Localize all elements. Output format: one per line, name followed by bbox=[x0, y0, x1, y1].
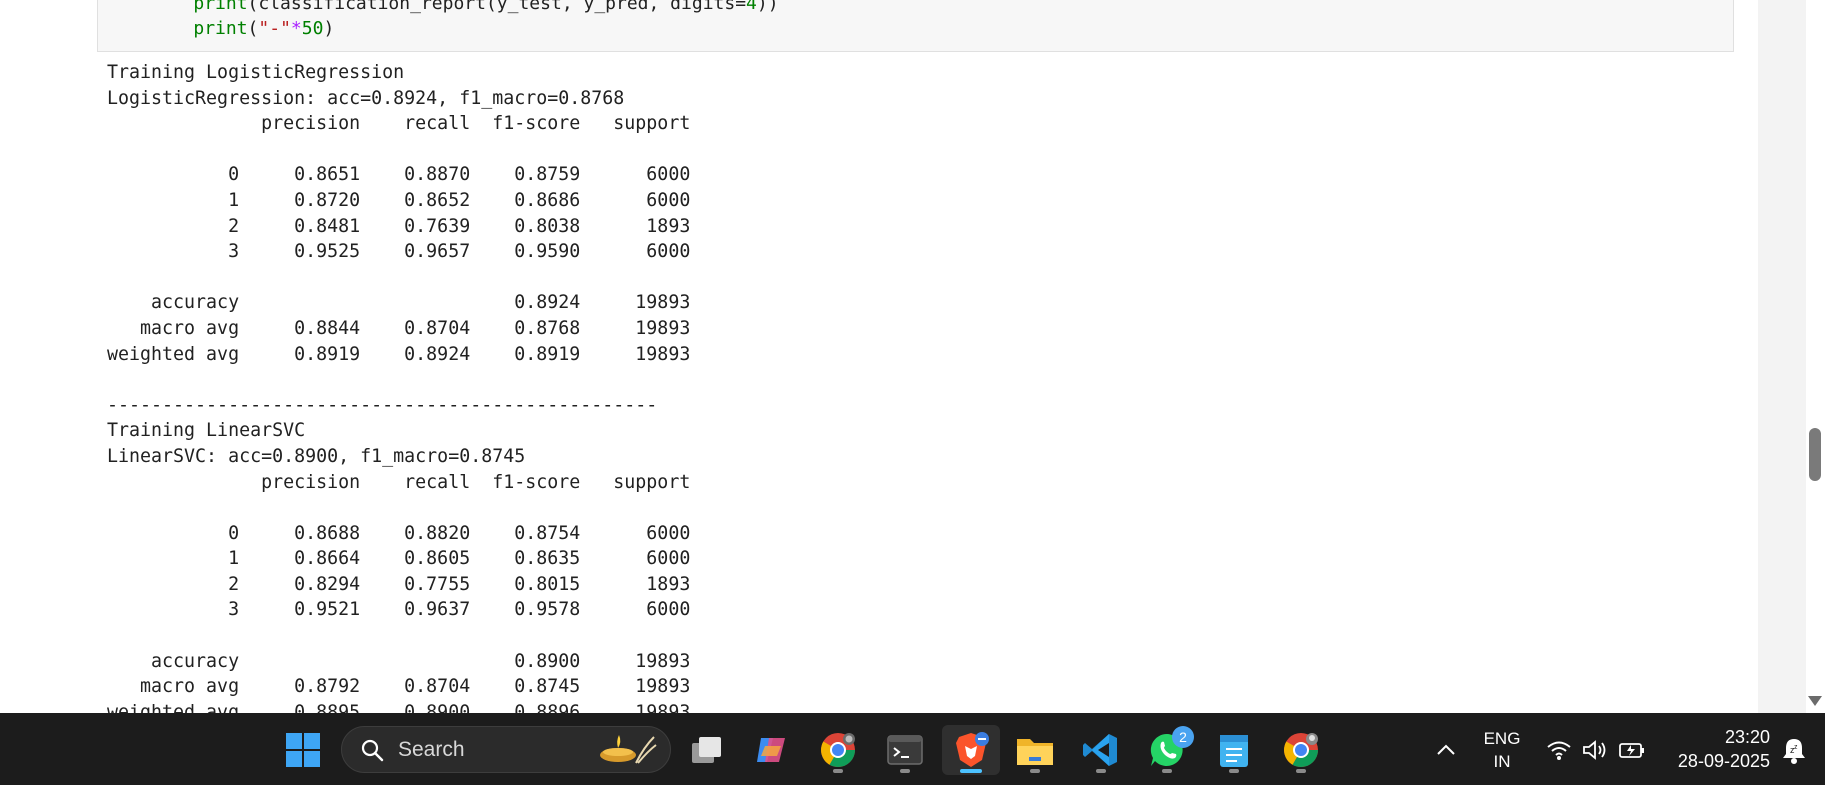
system-tray-status[interactable] bbox=[1540, 733, 1650, 767]
copilot-button[interactable] bbox=[746, 725, 796, 775]
taskbar-brave[interactable] bbox=[942, 725, 1000, 775]
cell-output: Training LogisticRegression LogisticRegre… bbox=[107, 60, 690, 713]
output-line: accuracy 0.8924 19893 bbox=[107, 292, 691, 314]
taskbar-chrome-profile[interactable] bbox=[1276, 725, 1326, 775]
output-line: 2 0.8294 0.7755 0.8015 1893 bbox=[107, 573, 691, 595]
clock[interactable]: 23:20 28-09-2025 bbox=[1658, 725, 1774, 773]
output-line: 1 0.8720 0.8652 0.8686 6000 bbox=[107, 189, 691, 211]
output-line: 3 0.9525 0.9657 0.9590 6000 bbox=[107, 241, 691, 263]
terminal-icon bbox=[887, 735, 923, 765]
search-highlight-lamp-icon bbox=[600, 735, 657, 764]
output-line: Training LinearSVC bbox=[107, 420, 306, 442]
whatsapp-badge: 2 bbox=[1172, 726, 1194, 748]
lang-region: IN bbox=[1493, 752, 1511, 771]
copilot-icon bbox=[757, 738, 785, 762]
chrome-icon bbox=[821, 733, 855, 767]
search-icon bbox=[361, 739, 384, 762]
vscode-icon bbox=[1083, 734, 1117, 766]
search-placeholder: Search bbox=[398, 738, 465, 761]
start-icon bbox=[286, 733, 320, 767]
taskbar-vscode[interactable] bbox=[1076, 725, 1126, 775]
clock-time: 23:20 bbox=[1724, 727, 1770, 747]
battery-icon bbox=[1619, 743, 1644, 758]
clock-date: 28-09-2025 bbox=[1677, 751, 1770, 771]
output-line: macro avg 0.8844 0.8704 0.8768 19893 bbox=[107, 317, 691, 339]
output-line: 3 0.9521 0.9637 0.9578 6000 bbox=[107, 599, 691, 621]
svg-text:z: z bbox=[1794, 744, 1798, 751]
language-indicator[interactable]: ENG IN bbox=[1474, 727, 1530, 773]
output-line: 2 0.8481 0.7639 0.8038 1893 bbox=[107, 215, 691, 237]
output-line: ----------------------------------------… bbox=[107, 394, 658, 416]
task-view-icon bbox=[692, 737, 721, 763]
wifi-icon bbox=[1547, 741, 1571, 760]
output-line: 1 0.8664 0.8605 0.8635 6000 bbox=[107, 548, 691, 570]
start-button[interactable] bbox=[278, 725, 328, 775]
taskbar-terminal[interactable] bbox=[880, 725, 930, 775]
task-view-button[interactable] bbox=[681, 725, 731, 775]
output-line: macro avg 0.8792 0.8704 0.8745 19893 bbox=[107, 676, 691, 698]
output-line: weighted avg 0.8895 0.8900 0.8896 19893 bbox=[107, 701, 691, 713]
output-line: accuracy 0.8900 19893 bbox=[107, 650, 691, 672]
right-gutter bbox=[1758, 0, 1806, 713]
output-line: weighted avg 0.8919 0.8924 0.8919 19893 bbox=[107, 343, 691, 365]
show-hidden-icons-button[interactable] bbox=[1419, 725, 1473, 775]
code-cell[interactable]: print(classification_report(y_test, y_pr… bbox=[97, 0, 1734, 52]
notification-center-button[interactable]: z z bbox=[1772, 725, 1816, 775]
output-line: LinearSVC: acc=0.8900, f1_macro=0.8745 bbox=[107, 445, 526, 467]
taskbar-search[interactable]: Search bbox=[341, 726, 671, 773]
volume-icon bbox=[1583, 740, 1606, 760]
notebook-area: print(classification_report(y_test, y_pr… bbox=[0, 0, 1758, 713]
output-line: precision recall f1-score support bbox=[107, 113, 691, 135]
output-line: LogisticRegression: acc=0.8924, f1_macro… bbox=[107, 87, 625, 109]
code-line-1: print(classification_report(y_test, y_pr… bbox=[193, 0, 779, 14]
notepad-icon bbox=[1220, 735, 1248, 767]
output-line: 0 0.8651 0.8870 0.8759 6000 bbox=[107, 164, 691, 186]
output-line: Training LogisticRegression bbox=[107, 62, 405, 83]
chrome-profile-icon bbox=[1284, 733, 1318, 767]
taskbar-notepad[interactable] bbox=[1209, 725, 1259, 775]
output-line: 0 0.8688 0.8820 0.8754 6000 bbox=[107, 522, 691, 544]
taskbar-chrome[interactable] bbox=[813, 725, 863, 775]
chevron-up-icon bbox=[1437, 744, 1455, 755]
output-line: precision recall f1-score support bbox=[107, 471, 691, 493]
file-explorer-icon bbox=[1017, 739, 1053, 765]
vertical-scrollbar[interactable] bbox=[1806, 0, 1825, 713]
taskbar: Search 2 ENG IN 23:20 28-09-2025 z z bbox=[0, 713, 1825, 785]
notification-bell-icon: z z bbox=[1783, 739, 1805, 764]
code-line-2: print("-"*50) bbox=[193, 18, 335, 39]
scroll-down-arrow[interactable] bbox=[1808, 696, 1822, 706]
brave-icon bbox=[956, 732, 989, 767]
taskbar-file-explorer[interactable] bbox=[1010, 725, 1060, 775]
lang-code: ENG bbox=[1483, 729, 1521, 748]
scrollbar-thumb[interactable] bbox=[1809, 428, 1821, 481]
